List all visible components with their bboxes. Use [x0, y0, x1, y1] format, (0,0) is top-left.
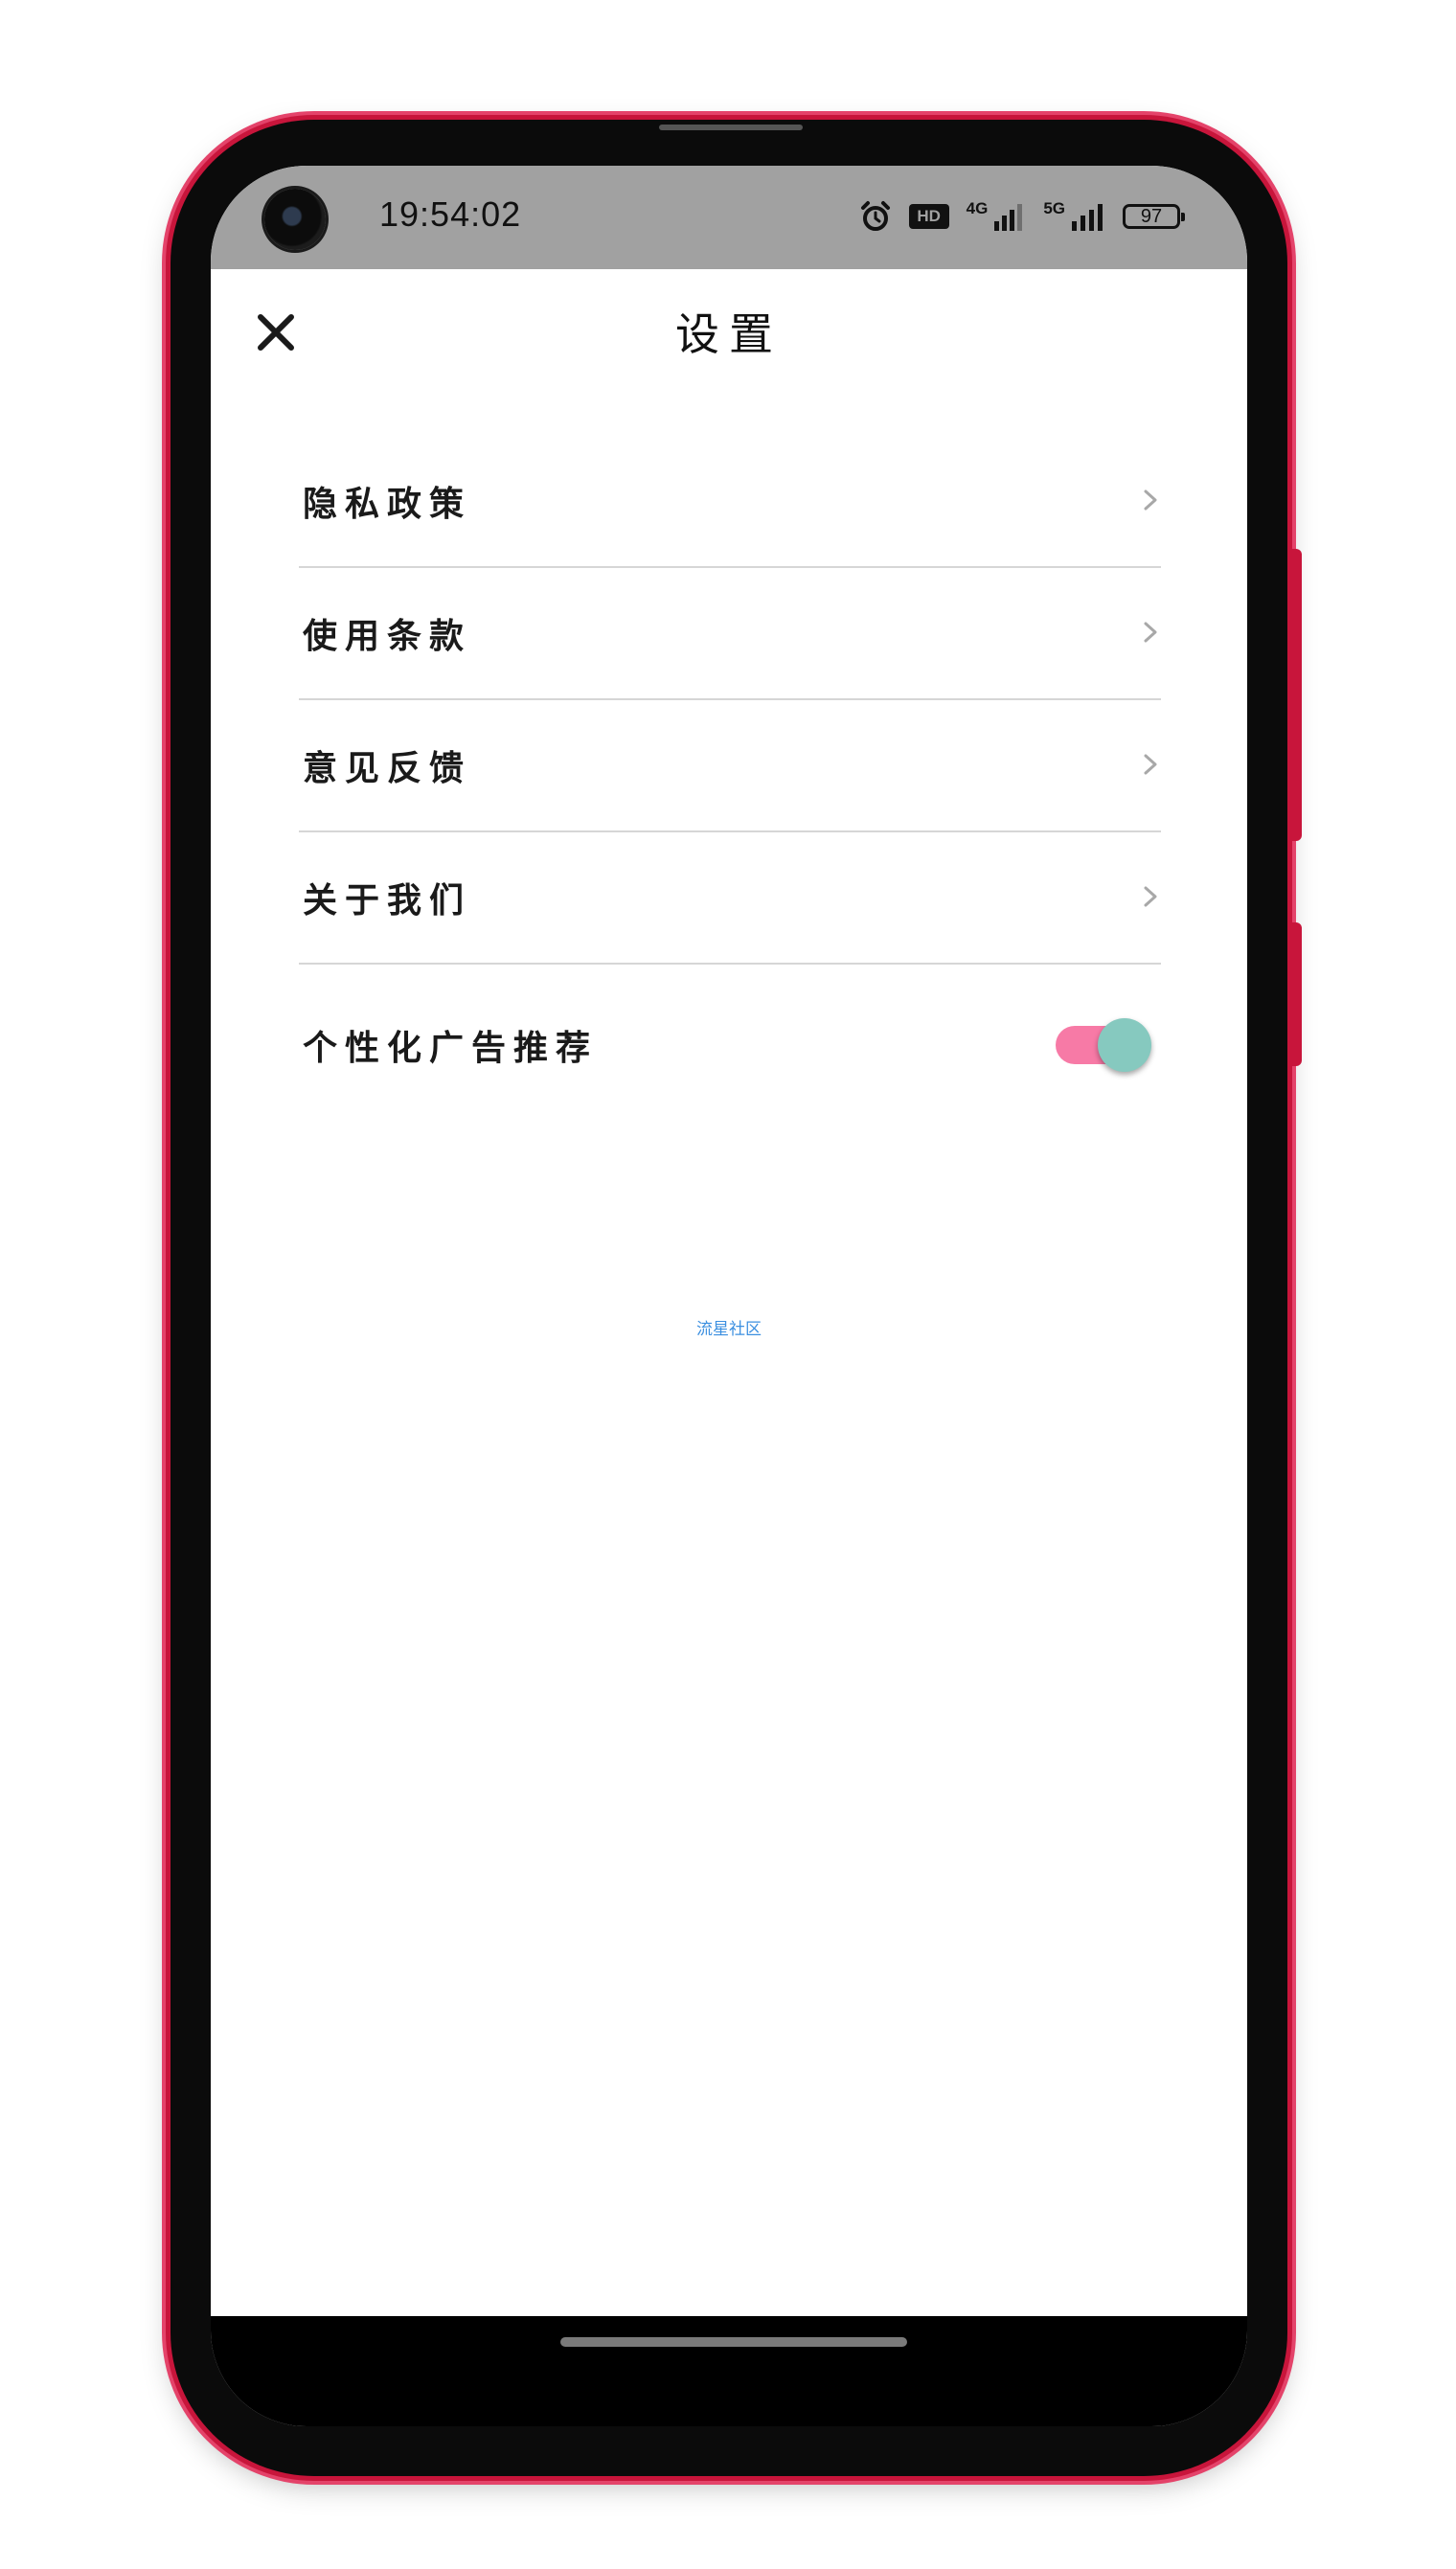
menu-item-label: 关于我们 [303, 880, 472, 921]
personalized-ads-row: 个性化广告推荐 [299, 965, 1161, 1118]
menu-item-terms-of-use[interactable]: 使用条款 [299, 568, 1161, 700]
menu-item-about-us[interactable]: 关于我们 [299, 832, 1161, 965]
navigation-bar [211, 2316, 1247, 2426]
settings-list: 隐私政策 使用条款 意见反馈 关于我们 个性化广告推荐 [299, 436, 1161, 1118]
signal-4g-icon [994, 204, 1023, 231]
phone-frame: 19:54:02 HD 4G 5G 97 设置 隐私政策 使用条款 意见反馈 关… [171, 120, 1302, 2476]
hd-label: HD [917, 207, 941, 225]
chevron-right-icon [1144, 754, 1157, 775]
menu-item-label: 意见反馈 [303, 748, 472, 788]
chevron-right-icon [1144, 489, 1157, 511]
menu-item-feedback[interactable]: 意见反馈 [299, 700, 1161, 832]
toggle-knob [1098, 1018, 1151, 1072]
power-button [1290, 922, 1302, 1066]
personalized-ads-toggle[interactable] [1056, 1018, 1151, 1072]
earpiece-slit [659, 125, 803, 130]
page-header: 设置 [211, 269, 1247, 394]
chevron-right-icon [1144, 622, 1157, 643]
alarm-icon [860, 201, 890, 231]
front-camera [264, 189, 326, 250]
personalized-ads-label: 个性化广告推荐 [303, 1028, 599, 1068]
battery-level: 97 [1140, 205, 1163, 227]
battery-icon: 97 [1123, 204, 1185, 229]
menu-item-privacy-policy[interactable]: 隐私政策 [299, 436, 1161, 568]
volume-button [1290, 549, 1302, 841]
hd-voice-icon: HD [908, 204, 949, 229]
status-time: 19:54:02 [379, 194, 522, 234]
chevron-right-icon [1144, 886, 1157, 907]
network-4g-label: 4G [966, 199, 989, 217]
home-indicator[interactable] [560, 2337, 907, 2347]
menu-item-label: 隐私政策 [303, 484, 472, 524]
screen: 19:54:02 HD 4G 5G 97 设置 隐私政策 使用条款 意见反馈 关… [211, 166, 1247, 2426]
signal-5g-icon [1072, 204, 1103, 231]
menu-item-label: 使用条款 [303, 616, 472, 656]
network-5g-label: 5G [1043, 199, 1065, 217]
status-icons: HD 4G 5G 97 [859, 199, 1185, 233]
status-bar: 19:54:02 HD 4G 5G 97 [211, 166, 1247, 269]
page-title: 设置 [675, 308, 783, 360]
community-link[interactable]: 流星社区 [211, 1315, 1247, 1339]
